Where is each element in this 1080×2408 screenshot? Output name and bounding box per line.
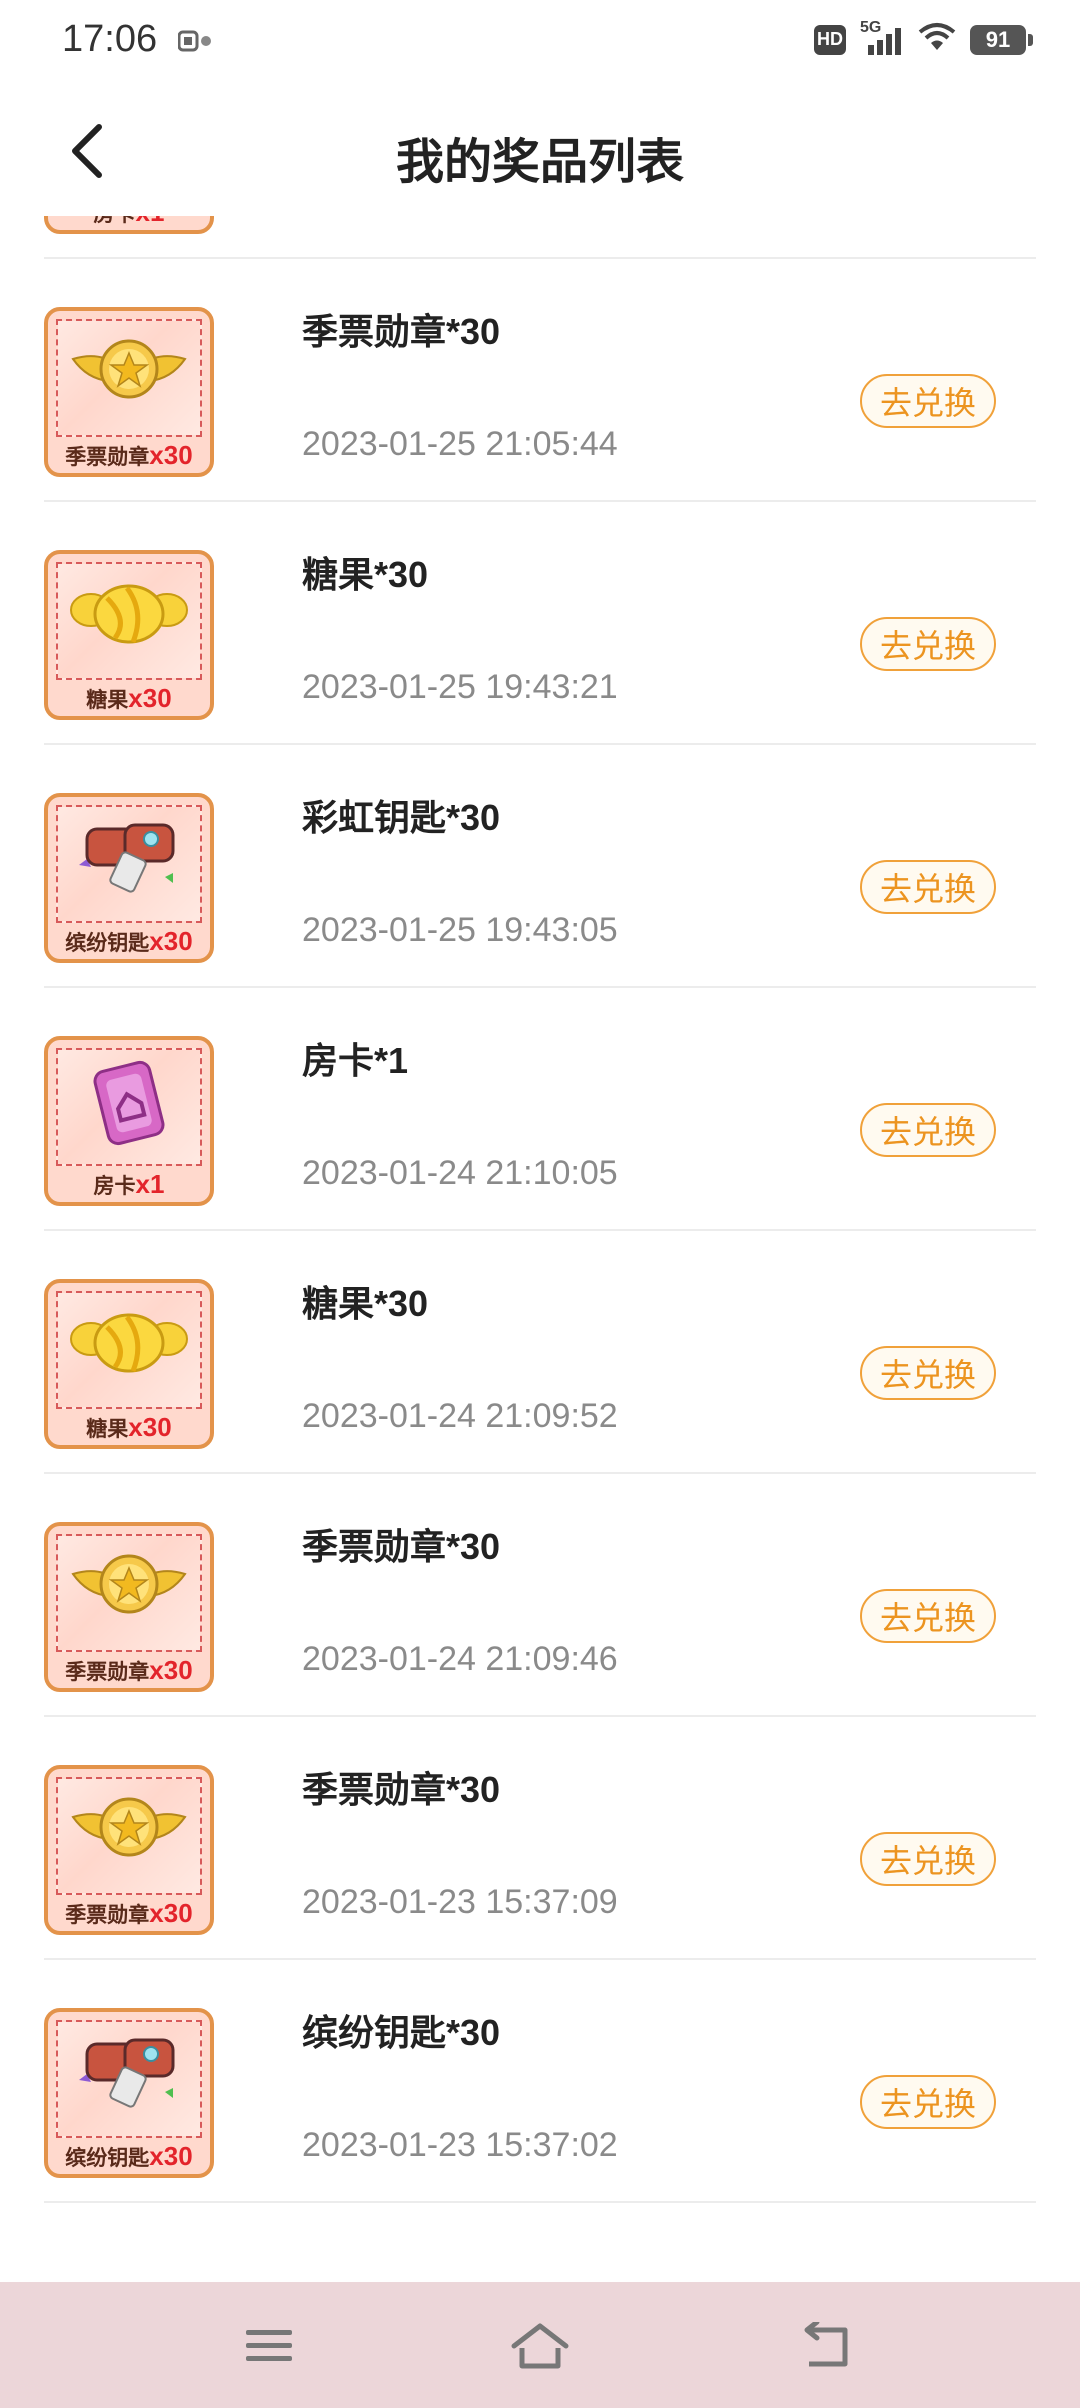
prize-row: 房卡x1 房卡*1 2023-01-26 17:34:58 去兑换	[0, 216, 1080, 259]
prize-row: 季票勋章x30 季票勋章*30 2023-01-24 21:09:46 去兑换	[0, 1474, 1080, 1717]
prize-date: 2023-01-25 21:05:44	[302, 425, 618, 463]
redeem-button[interactable]: 去兑换	[860, 1589, 996, 1643]
thumbnail-caption: 季票勋章x30	[48, 1654, 210, 1686]
thumbnail-quantity: x1	[136, 216, 165, 227]
thumbnail-caption: 房卡x1	[48, 1168, 210, 1200]
room-card-icon	[48, 1058, 210, 1148]
thumbnail-label: 季票勋章	[65, 1661, 150, 1684]
thumbnail-quantity: x30	[149, 926, 193, 956]
thumbnail-quantity: x30	[128, 1412, 172, 1442]
prize-row: 糖果x30 糖果*30 2023-01-25 19:43:21 去兑换	[0, 502, 1080, 745]
thumbnail-label: 糖果	[86, 1418, 129, 1441]
medal-icon	[48, 329, 210, 409]
thumbnail-label: 季票勋章	[65, 1904, 150, 1927]
thumbnail-quantity: x30	[149, 1655, 193, 1685]
redeem-button[interactable]: 去兑换	[860, 2075, 996, 2129]
prize-thumbnail: 季票勋章x30	[44, 1522, 214, 1692]
status-icons: HD 5G 91	[814, 19, 1033, 57]
hd-icon: HD	[814, 24, 846, 55]
redeem-button[interactable]: 去兑换	[860, 1832, 996, 1886]
home-button[interactable]	[505, 2316, 575, 2376]
redeem-button[interactable]: 去兑换	[860, 374, 996, 428]
candy-icon	[48, 1301, 210, 1381]
thumbnail-quantity: x1	[135, 1169, 165, 1199]
prize-row: 缤纷钥匙x30 缤纷钥匙*30 2023-01-23 15:37:02 去兑换	[0, 1960, 1080, 2203]
prize-name: 缤纷钥匙*30	[302, 2012, 501, 2053]
battery-indicator: 91	[970, 24, 1033, 55]
prize-date: 2023-01-25 19:43:05	[302, 911, 618, 949]
return-button[interactable]	[790, 2316, 860, 2376]
prize-row: 季票勋章x30 季票勋章*30 2023-01-25 21:05:44 去兑换	[0, 259, 1080, 502]
thumbnail-quantity: x30	[149, 1898, 193, 1928]
prize-name: 季票勋章*30	[302, 1769, 501, 1810]
medal-icon	[48, 1544, 210, 1624]
prize-date: 2023-01-23 15:37:09	[302, 1883, 618, 1921]
home-icon	[511, 2323, 569, 2369]
prize-name: 糖果*30	[302, 1283, 429, 1324]
thumbnail-caption: 缤纷钥匙x30	[48, 2140, 210, 2172]
thumbnail-caption: 糖果x30	[48, 682, 210, 714]
prize-thumbnail: 缤纷钥匙x30	[44, 2008, 214, 2178]
status-bar: 17:06 HD 5G 91	[0, 0, 1080, 86]
prize-row: 糖果x30 糖果*30 2023-01-24 21:09:52 去兑换	[0, 1231, 1080, 1474]
thumbnail-quantity: x30	[149, 2141, 193, 2171]
medal-icon	[48, 1787, 210, 1867]
prize-thumbnail: 缤纷钥匙x30	[44, 793, 214, 963]
prize-list[interactable]: 房卡x1 房卡*1 2023-01-26 17:34:58 去兑换 季票勋章x3…	[0, 216, 1080, 2282]
redeem-button[interactable]: 去兑换	[860, 617, 996, 671]
prize-row: 房卡x1 房卡*1 2023-01-24 21:10:05 去兑换	[0, 988, 1080, 1231]
prize-name: 季票勋章*30	[302, 1526, 501, 1567]
prize-date: 2023-01-25 19:43:21	[302, 668, 618, 706]
app-header: 我的奖品列表	[0, 86, 1080, 216]
thumbnail-caption: 房卡x1	[48, 216, 210, 228]
candy-icon	[48, 572, 210, 652]
prize-name: 彩虹钥匙*30	[302, 797, 501, 838]
thumbnail-label: 糖果	[86, 689, 129, 712]
wifi-icon	[918, 22, 956, 57]
menu-button[interactable]	[234, 2316, 304, 2376]
system-nav-bar	[0, 2282, 1080, 2408]
prize-thumbnail: 季票勋章x30	[44, 1765, 214, 1935]
cellular-signal-icon: 5G	[860, 19, 904, 57]
prize-thumbnail: 房卡x1	[44, 216, 214, 234]
return-icon	[804, 2322, 848, 2367]
prize-name: 季票勋章*30	[302, 311, 501, 352]
thumbnail-label: 房卡	[93, 1175, 136, 1198]
thumbnail-label: 季票勋章	[65, 446, 150, 469]
menu-icon	[246, 2330, 292, 2361]
prize-date: 2023-01-24 21:09:46	[302, 1640, 618, 1678]
thumbnail-label: 缤纷钥匙	[65, 932, 150, 955]
prize-name: 房卡*1	[302, 1040, 409, 1081]
prize-date: 2023-01-24 21:10:05	[302, 1154, 618, 1192]
key-icon	[48, 815, 210, 901]
thumbnail-caption: 缤纷钥匙x30	[48, 925, 210, 957]
notification-icon	[177, 30, 212, 59]
prize-thumbnail: 房卡x1	[44, 1036, 214, 1206]
prize-thumbnail: 季票勋章x30	[44, 307, 214, 477]
redeem-button[interactable]: 去兑换	[860, 1103, 996, 1157]
row-divider	[44, 2201, 1036, 2203]
prize-date: 2023-01-23 15:37:02	[302, 2126, 618, 2164]
thumbnail-caption: 季票勋章x30	[48, 1897, 210, 1929]
thumbnail-quantity: x30	[149, 440, 193, 470]
page-title: 我的奖品列表	[395, 136, 684, 189]
status-time: 17:06	[62, 18, 158, 60]
prize-row: 季票勋章x30 季票勋章*30 2023-01-23 15:37:09 去兑换	[0, 1717, 1080, 1960]
prize-date: 2023-01-26 17:34:58	[302, 216, 618, 221]
key-icon	[48, 2030, 210, 2116]
redeem-button[interactable]: 去兑换	[860, 860, 996, 914]
thumbnail-caption: 糖果x30	[48, 1411, 210, 1443]
prize-thumbnail: 糖果x30	[44, 550, 214, 720]
prize-date: 2023-01-24 21:09:52	[302, 1397, 618, 1435]
prize-row: 缤纷钥匙x30 彩虹钥匙*30 2023-01-25 19:43:05 去兑换	[0, 745, 1080, 988]
prize-thumbnail: 糖果x30	[44, 1279, 214, 1449]
thumbnail-quantity: x30	[128, 683, 172, 713]
redeem-button[interactable]: 去兑换	[860, 1346, 996, 1400]
thumbnail-label: 缤纷钥匙	[65, 2147, 150, 2170]
prize-name: 糖果*30	[302, 554, 429, 595]
thumbnail-caption: 季票勋章x30	[48, 439, 210, 471]
thumbnail-label: 房卡	[94, 216, 136, 226]
